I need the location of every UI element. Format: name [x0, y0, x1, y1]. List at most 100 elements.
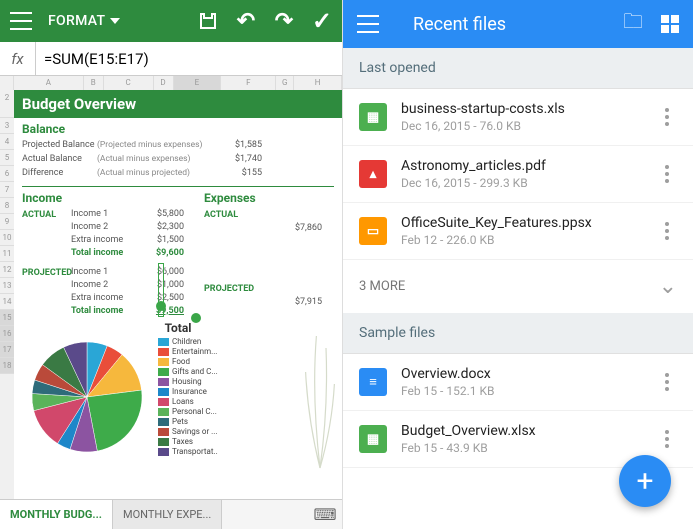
legend-item: Taxes [158, 437, 218, 446]
spreadsheet-grid[interactable]: 2 3 4 5 6 7 8 9 10 11 12 13 14 15 16 17 … [0, 90, 342, 499]
legend-label: Taxes [172, 437, 193, 446]
menu-icon[interactable] [10, 12, 32, 30]
legend-swatch [158, 448, 169, 456]
legend-swatch [158, 368, 169, 376]
sheet-title: Budget Overview [14, 90, 342, 118]
file-name: OfficeSuite_Key_Features.ppsx [401, 215, 643, 231]
file-meta: Feb 12 - 226.0 KB [401, 233, 643, 247]
sheet-body[interactable]: Budget Overview Balance Projected Balanc… [14, 90, 342, 499]
save-button[interactable] [198, 11, 218, 31]
legend-label: Gifts and C... [172, 367, 218, 376]
legend-swatch [158, 438, 169, 446]
income-expense-section: Income ACTUAL Income 1$5,800 Income 2$2,… [14, 187, 342, 317]
sheet-tabs: MONTHLY BUDG... MONTHLY EXPE... ⌨ [0, 499, 342, 529]
file-browser-app: Recent files Last opened ▦business-start… [343, 0, 693, 529]
file-more-button[interactable] [657, 222, 677, 240]
legend-item: Housing [158, 377, 218, 386]
legend-swatch [158, 358, 169, 366]
file-row[interactable]: ▦business-startup-costs.xlsDec 16, 2015 … [343, 89, 693, 146]
legend-swatch [158, 398, 169, 406]
col-d[interactable]: D [154, 76, 174, 90]
decorative-plant-icon [302, 321, 338, 471]
file-meta: Feb 15 - 43.9 KB [401, 441, 643, 455]
tab-monthly-budget[interactable]: MONTHLY BUDG... [0, 500, 113, 529]
spreadsheet-toolbar: FORMAT [0, 0, 342, 42]
legend-label: Personal C... [172, 407, 217, 416]
save-icon [200, 13, 216, 29]
file-name: Budget_Overview.xlsx [401, 423, 643, 439]
legend-swatch [158, 348, 169, 356]
legend-label: Pets [172, 417, 188, 426]
done-button[interactable] [312, 11, 332, 31]
folder-back-button[interactable] [623, 14, 643, 34]
file-meta: Dec 16, 2015 - 299.3 KB [401, 176, 643, 190]
pie-chart [27, 337, 147, 457]
legend-swatch [158, 418, 169, 426]
legend-label: Children [172, 337, 201, 346]
legend-label: Entertainm... [172, 347, 217, 356]
legend-swatch [158, 388, 169, 396]
balance-header: Balance [14, 118, 342, 138]
undo-button[interactable] [236, 11, 256, 31]
spreadsheet-app: FORMAT fx A B C D E F G H 2 3 4 5 6 7 [0, 0, 343, 529]
page-title: Recent files [413, 14, 506, 35]
row-headers[interactable]: 2 3 4 5 6 7 8 9 10 11 12 13 14 15 16 17 … [0, 90, 14, 499]
legend-item: Savings or ... [158, 427, 218, 436]
file-row[interactable]: ▭ OfficeSuite_Key_Features.ppsx Feb 12 - 2… [343, 203, 693, 260]
chart-title: Total [22, 321, 334, 335]
file-name: business-startup-costs.xls [401, 101, 643, 117]
legend-item: Personal C... [158, 407, 218, 416]
section-sample-files: Sample files [343, 313, 693, 354]
keyboard-icon[interactable]: ⌨ [308, 500, 342, 529]
legend-label: Insurance [172, 387, 207, 396]
legend-item: Insurance [158, 387, 218, 396]
file-more-button[interactable] [657, 373, 677, 391]
menu-icon[interactable] [357, 15, 379, 33]
legend-swatch [158, 428, 169, 436]
col-a[interactable]: A [14, 76, 84, 90]
selection-handle-top[interactable] [156, 301, 166, 311]
format-dropdown[interactable]: FORMAT [48, 13, 120, 29]
chart-area: Total ChildrenEntertainm...FoodGifts and… [14, 317, 342, 461]
file-type-icon: ▦ [359, 425, 387, 453]
formula-bar: fx [0, 42, 342, 76]
more-files-button[interactable]: 3 MORE [343, 260, 693, 313]
file-more-button[interactable] [657, 108, 677, 126]
col-e[interactable]: E [174, 76, 222, 90]
legend-item: Children [158, 337, 218, 346]
formula-input[interactable] [36, 42, 342, 75]
file-type-icon: ▦ [359, 103, 387, 131]
file-row[interactable]: ≡Overview.docxFeb 15 - 152.1 KB [343, 354, 693, 411]
chevron-down-icon [110, 18, 120, 24]
col-b[interactable]: B [84, 76, 104, 90]
col-f[interactable]: F [221, 76, 276, 90]
legend-label: Savings or ... [172, 427, 217, 436]
col-c[interactable]: C [104, 76, 154, 90]
legend-item: Food [158, 357, 218, 366]
col-h[interactable]: H [294, 76, 342, 90]
tab-monthly-expenses[interactable]: MONTHLY EXPE... [113, 500, 222, 529]
legend-label: Transportat.. [172, 447, 218, 456]
legend-label: Food [172, 357, 190, 366]
legend-label: Housing [172, 377, 202, 386]
fx-icon[interactable]: fx [0, 42, 36, 75]
expenses-header: Expenses [204, 187, 334, 207]
legend-swatch [158, 408, 169, 416]
col-g[interactable]: G [276, 76, 294, 90]
file-type-icon: ▴ [359, 160, 387, 188]
chart-legend: ChildrenEntertainm...FoodGifts and C...H… [158, 337, 218, 457]
legend-item: Loans [158, 397, 218, 406]
fab-add-button[interactable]: + [619, 455, 671, 507]
file-list-sample: ≡Overview.docxFeb 15 - 152.1 KB ▦ Budget_O… [343, 354, 693, 468]
legend-swatch [158, 338, 169, 346]
file-type-icon: ▭ [359, 217, 387, 245]
file-more-button[interactable] [657, 430, 677, 448]
view-grid-button[interactable] [661, 15, 679, 33]
file-row[interactable]: ▴Astronomy_articles.pdfDec 16, 2015 - 29… [343, 146, 693, 203]
column-headers[interactable]: A B C D E F G H [0, 76, 342, 90]
balance-table: Projected Balance(Projected minus expens… [14, 138, 342, 186]
redo-button[interactable] [274, 11, 294, 31]
file-meta: Feb 15 - 152.1 KB [401, 384, 643, 398]
file-more-button[interactable] [657, 165, 677, 183]
file-list-last-opened: ▦ business-startup-costs.xls Dec 16, 2015 … [343, 89, 693, 260]
